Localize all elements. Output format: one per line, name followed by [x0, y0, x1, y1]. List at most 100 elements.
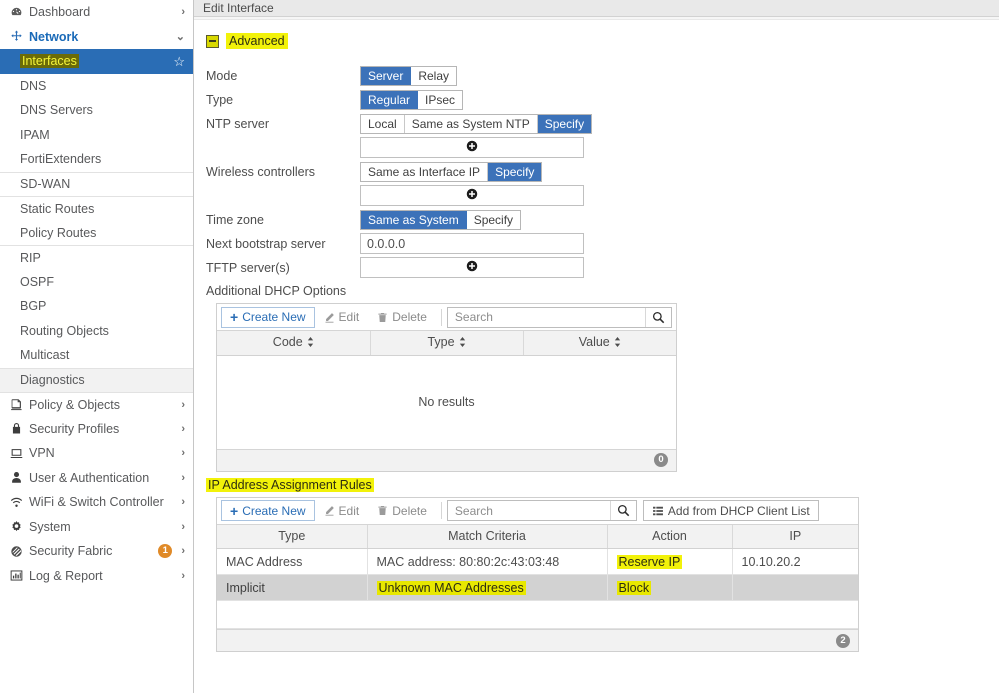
- time-zone-option-same-as-system[interactable]: Same as System: [361, 210, 467, 229]
- rule-action-cell: Block: [607, 574, 733, 601]
- wireless-controllers-segmented-control[interactable]: Same as Interface IP Specify: [360, 161, 543, 182]
- search-icon[interactable]: [645, 307, 671, 327]
- ip-rules-col-action[interactable]: Action: [607, 524, 733, 549]
- mode-segmented-control[interactable]: Server Relay: [360, 65, 458, 86]
- dhcp-table-footer: 0: [217, 448, 676, 471]
- sidebar-item-policy-objects[interactable]: Policy & Objects ›: [0, 392, 193, 417]
- dhcp-col-type[interactable]: Type: [370, 331, 524, 356]
- time-zone-segmented-control[interactable]: Same as System Specify: [360, 209, 522, 230]
- sidebar-item-label: WiFi & Switch Controller: [29, 495, 164, 510]
- sidebar-item-sd-wan[interactable]: SD-WAN: [0, 171, 193, 197]
- sidebar-item-label: SD-WAN: [20, 177, 71, 192]
- gear-icon: [10, 520, 27, 533]
- wireless-option-specify[interactable]: Specify: [488, 162, 542, 181]
- form-row-wireless-controllers: Wireless controllers Same as Interface I…: [206, 161, 999, 182]
- sidebar-item-label: User & Authentication: [29, 470, 150, 485]
- ip-rules-search-box[interactable]: Search: [446, 500, 637, 521]
- type-option-ipsec[interactable]: IPsec: [418, 90, 463, 109]
- chevron-right-icon: ›: [181, 398, 185, 411]
- sidebar-item-bgp[interactable]: BGP: [0, 294, 193, 319]
- ntp-option-same-as-system[interactable]: Same as System NTP: [404, 114, 538, 133]
- rule-match-value: Unknown MAC Addresses: [376, 580, 526, 595]
- user-icon: [10, 471, 27, 484]
- time-zone-option-specify[interactable]: Specify: [466, 210, 521, 229]
- favorite-star-icon[interactable]: ☆: [173, 55, 185, 68]
- sidebar-item-vpn[interactable]: VPN ›: [0, 441, 193, 466]
- mode-option-relay[interactable]: Relay: [411, 66, 457, 85]
- sidebar-item-security-fabric[interactable]: Security Fabric 1 ›: [0, 539, 193, 564]
- dhcp-search-box[interactable]: Search: [446, 306, 672, 328]
- sidebar-item-static-routes[interactable]: Static Routes: [0, 196, 193, 221]
- sort-icon: [307, 336, 314, 350]
- chevron-right-icon: ›: [181, 569, 185, 582]
- next-bootstrap-server-input[interactable]: 0.0.0.0: [360, 233, 584, 254]
- ntp-server-label: NTP server: [206, 116, 269, 131]
- page-title: Edit Interface: [194, 0, 999, 17]
- sidebar-item-label: IPAM: [20, 127, 50, 142]
- ip-rules-col-ip[interactable]: IP: [732, 524, 858, 549]
- mode-option-server[interactable]: Server: [361, 66, 412, 85]
- sidebar-item-label: FortiExtenders: [20, 152, 102, 167]
- table-row[interactable]: Implicit Unknown MAC Addresses Block: [217, 574, 858, 601]
- sidebar-item-dashboard[interactable]: Dashboard ›: [0, 0, 193, 25]
- ip-rules-table-footer: 2: [217, 629, 858, 651]
- sidebar-item-multicast[interactable]: Multicast: [0, 343, 193, 368]
- rule-type-cell: MAC Address: [217, 548, 368, 575]
- chevron-right-icon: ›: [181, 545, 185, 558]
- wireless-controllers-add-entry[interactable]: [360, 185, 584, 206]
- sidebar-item-routing-objects[interactable]: Routing Objects: [0, 319, 193, 344]
- sidebar-item-user-authentication[interactable]: User & Authentication ›: [0, 466, 193, 491]
- next-bootstrap-server-label: Next bootstrap server: [206, 236, 326, 251]
- ip-rules-create-new-button[interactable]: + Create New: [221, 500, 315, 521]
- wireless-option-same-as-interface-ip[interactable]: Same as Interface IP: [361, 162, 489, 181]
- plus-circle-icon: [466, 260, 478, 275]
- sidebar-item-policy-routes[interactable]: Policy Routes: [0, 221, 193, 246]
- sidebar-item-fortiextenders[interactable]: FortiExtenders: [0, 147, 193, 172]
- chevron-right-icon: ›: [181, 496, 185, 509]
- ip-rules-col-type[interactable]: Type: [217, 524, 368, 549]
- type-segmented-control[interactable]: Regular IPsec: [360, 89, 464, 110]
- tftp-servers-add-entry[interactable]: [360, 257, 584, 278]
- rule-match-cell: MAC address: 80:80:2c:43:03:48: [367, 548, 608, 575]
- sidebar-item-ipam[interactable]: IPAM: [0, 123, 193, 148]
- dhcp-create-new-button[interactable]: + Create New: [221, 306, 315, 328]
- sidebar-item-network[interactable]: Network ⌄: [0, 25, 193, 50]
- sidebar-item-label: Security Fabric: [29, 544, 113, 559]
- ntp-option-local[interactable]: Local: [361, 114, 405, 133]
- ip-rules-delete-button: Delete: [368, 500, 436, 521]
- collapse-toggle-icon[interactable]: [206, 34, 219, 48]
- rule-action-value: Block: [616, 580, 652, 595]
- sidebar-item-label: System: [29, 519, 71, 534]
- table-row[interactable]: MAC Address MAC address: 80:80:2c:43:03:…: [217, 548, 858, 575]
- ntp-option-specify[interactable]: Specify: [537, 114, 592, 133]
- main-content: Edit Interface Advanced Mode Server Rela…: [194, 0, 999, 693]
- ip-rules-row-count-badge: 2: [836, 633, 850, 648]
- sidebar-item-dns-servers[interactable]: DNS Servers: [0, 98, 193, 123]
- pencil-icon: [324, 312, 335, 323]
- dhcp-col-code[interactable]: Code: [217, 331, 371, 356]
- ip-rules-grid: Type Match Criteria Action IP MAC Addres…: [217, 524, 858, 601]
- ntp-server-segmented-control[interactable]: Local Same as System NTP Specify: [360, 113, 593, 134]
- search-icon[interactable]: [609, 501, 636, 520]
- sidebar-item-ospf[interactable]: OSPF: [0, 270, 193, 295]
- sidebar-item-rip[interactable]: RIP: [0, 245, 193, 270]
- sort-icon: [614, 336, 621, 350]
- sidebar-item-security-profiles[interactable]: Security Profiles ›: [0, 417, 193, 442]
- add-from-dhcp-client-list-button[interactable]: Add from DHCP Client List: [642, 500, 819, 521]
- dhcp-edit-label: Edit: [338, 310, 360, 324]
- type-option-regular[interactable]: Regular: [361, 90, 419, 109]
- ip-rules-col-match-criteria[interactable]: Match Criteria: [367, 524, 608, 549]
- sidebar-item-diagnostics[interactable]: Diagnostics: [0, 367, 193, 392]
- sidebar-item-system[interactable]: System ›: [0, 515, 193, 540]
- form-row-ntp-server: NTP server Local Same as System NTP Spec…: [206, 113, 999, 134]
- sidebar-item-log-report[interactable]: Log & Report ›: [0, 564, 193, 589]
- type-label: Type: [206, 92, 234, 107]
- dhcp-col-value[interactable]: Value: [523, 331, 676, 356]
- advanced-section-header[interactable]: Advanced: [206, 31, 999, 51]
- sidebar-item-interfaces[interactable]: Interfaces ☆: [0, 49, 193, 74]
- ntp-server-add-entry[interactable]: [360, 137, 584, 158]
- advanced-section-title: Advanced: [226, 33, 288, 49]
- sidebar-item-dns[interactable]: DNS: [0, 74, 193, 99]
- chevron-right-icon: ›: [181, 447, 185, 460]
- sidebar-item-wifi-switch-controller[interactable]: WiFi & Switch Controller ›: [0, 490, 193, 515]
